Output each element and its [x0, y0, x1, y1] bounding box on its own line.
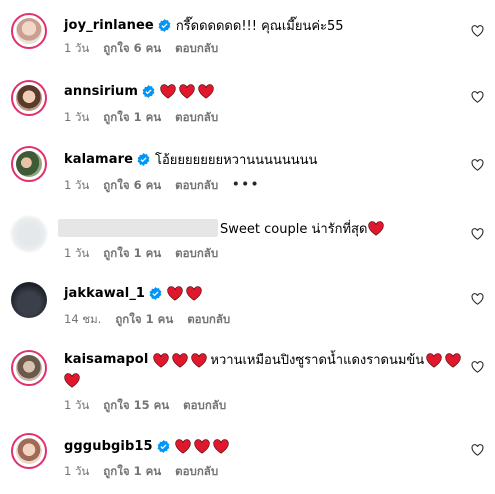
avatar[interactable] — [11, 13, 47, 49]
avatar[interactable] — [11, 282, 47, 318]
verified-icon — [158, 18, 171, 32]
reply-button[interactable]: ตอบกลับ — [175, 109, 218, 127]
comment-text: โอ้ยยยยยยยหวานนนนนนนน — [155, 152, 318, 168]
heart-outline-icon[interactable] — [471, 361, 484, 373]
heart-outline-icon[interactable] — [471, 293, 484, 305]
comment-likes[interactable]: ถูกใจ 6 คน — [103, 40, 161, 58]
comment-time[interactable]: 1 วัน — [64, 463, 89, 481]
comment-likes[interactable]: ถูกใจ 15 คน — [103, 397, 169, 415]
heart-outline-icon[interactable] — [471, 159, 484, 171]
comment-text: Sweet couple น่ารักที่สุด — [220, 221, 368, 237]
comment-username[interactable]: kaisamapol — [64, 352, 148, 367]
comment-time[interactable]: 1 วัน — [64, 109, 89, 127]
heart-outline-icon[interactable] — [471, 91, 484, 103]
heart-emoji-icon — [153, 352, 170, 368]
comment-text-body: หวานเหมือนปิงซูราดน้ำแดงราดนมข้น — [210, 352, 425, 368]
heart-emoji-icon — [160, 83, 176, 99]
heart-emoji-icon — [445, 352, 461, 368]
heart-emoji-icon — [191, 352, 208, 368]
comment-likes[interactable]: ถูกใจ 1 คน — [103, 463, 161, 481]
comment-likes[interactable]: ถูกใจ 1 คน — [103, 245, 161, 263]
comment-username[interactable]: jakkawal_1 — [64, 286, 145, 301]
heart-emoji-icon — [167, 285, 183, 301]
comment-time[interactable]: 14 ชม. — [64, 311, 101, 329]
heart-emoji-icon — [172, 352, 189, 368]
comment-text — [174, 438, 232, 454]
avatar[interactable] — [11, 80, 47, 116]
comment-time[interactable]: 1 วัน — [64, 40, 89, 58]
comment-text: หวานเหมือนปิงซูราดน้ำแดงราดนมข้น — [153, 349, 464, 370]
heart-emoji-icon — [198, 83, 214, 99]
heart-emoji-icon — [368, 220, 385, 236]
reply-button[interactable]: ตอบกลับ — [175, 463, 218, 481]
comment-likes[interactable]: ถูกใจ 6 คน — [103, 177, 161, 195]
comment-username[interactable]: annsirium — [64, 84, 138, 99]
reply-button[interactable]: ตอบกลับ — [175, 177, 218, 195]
comment-username[interactable]: gggubgib15 — [64, 439, 153, 454]
comment-text — [167, 285, 205, 301]
heart-emoji-icon — [186, 285, 202, 301]
comment-text — [160, 83, 217, 99]
heart-outline-icon[interactable] — [471, 444, 484, 456]
heart-emoji-icon — [179, 83, 195, 99]
heart-outline-icon[interactable] — [471, 25, 484, 37]
comment-username[interactable]: kalamare — [64, 152, 133, 167]
heart-emoji-icon — [212, 438, 229, 454]
heart-emoji-icon — [174, 438, 191, 454]
comment-time[interactable]: 1 วัน — [64, 245, 89, 263]
verified-icon — [137, 152, 150, 166]
avatar[interactable] — [11, 146, 47, 182]
verified-icon — [142, 84, 155, 98]
reply-button[interactable]: ตอบกลับ — [183, 397, 226, 415]
heart-emoji-icon — [193, 438, 210, 454]
heart-emoji-icon — [64, 373, 80, 388]
comment-time[interactable]: 1 วัน — [64, 397, 89, 415]
comment-text-wrap — [64, 370, 83, 389]
comment-likes[interactable]: ถูกใจ 1 คน — [115, 311, 173, 329]
comment-likes[interactable]: ถูกใจ 1 คน — [103, 109, 161, 127]
reply-button[interactable]: ตอบกลับ — [175, 40, 218, 58]
heart-emoji-icon — [426, 352, 442, 368]
avatar[interactable] — [11, 433, 47, 469]
more-options-icon[interactable]: ••• — [232, 177, 260, 195]
reply-button[interactable]: ตอบกลับ — [175, 245, 218, 263]
comment-username[interactable]: joy_rinlanee — [64, 18, 154, 33]
heart-outline-icon[interactable] — [471, 228, 484, 240]
comment-text: กรี๊ดดดดดด!!! คุณเมี๊ยนค่ะ55 — [175, 18, 344, 34]
verified-icon — [149, 286, 162, 300]
verified-icon — [157, 439, 170, 453]
comment-time[interactable]: 1 วัน — [64, 177, 89, 195]
avatar[interactable] — [11, 350, 47, 386]
avatar[interactable] — [11, 216, 47, 252]
reply-button[interactable]: ตอบกลับ — [187, 311, 230, 329]
blurred-username[interactable] — [58, 219, 218, 237]
